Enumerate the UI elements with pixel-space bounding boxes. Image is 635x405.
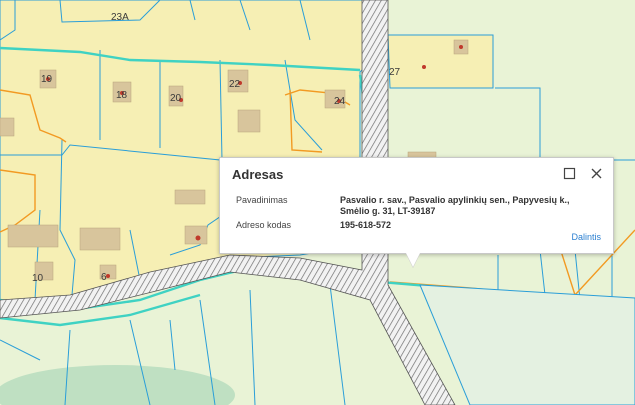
popup-controls <box>563 167 603 180</box>
field-value: 195-618-572 <box>340 220 392 230</box>
maximize-icon[interactable] <box>563 167 576 180</box>
parcel-label: 20 <box>170 93 182 104</box>
parcel-label: 24 <box>334 96 346 107</box>
close-icon[interactable] <box>590 167 603 180</box>
parcel-label: 22 <box>229 79 241 90</box>
field-value: Pasvalio r. sav., Pasvalio apylinkių sen… <box>340 195 570 216</box>
field-label: Adreso kodas <box>236 220 292 230</box>
address-popup: Adresas Pavadinimas Pasvalio r. sav., Pa… <box>219 157 614 254</box>
parcel-label: 27 <box>389 67 401 78</box>
popup-title: Adresas <box>232 167 284 182</box>
parcel-label: 6 <box>101 272 107 283</box>
parcel-label: 19 <box>41 74 53 85</box>
popup-pointer <box>406 253 420 267</box>
parcel-label: 23A <box>111 12 129 23</box>
parcel-label: 18 <box>116 90 128 101</box>
parcel-label: 10 <box>32 273 44 284</box>
field-label: Pavadinimas <box>236 195 288 205</box>
share-link[interactable]: Dalintis <box>571 232 601 242</box>
